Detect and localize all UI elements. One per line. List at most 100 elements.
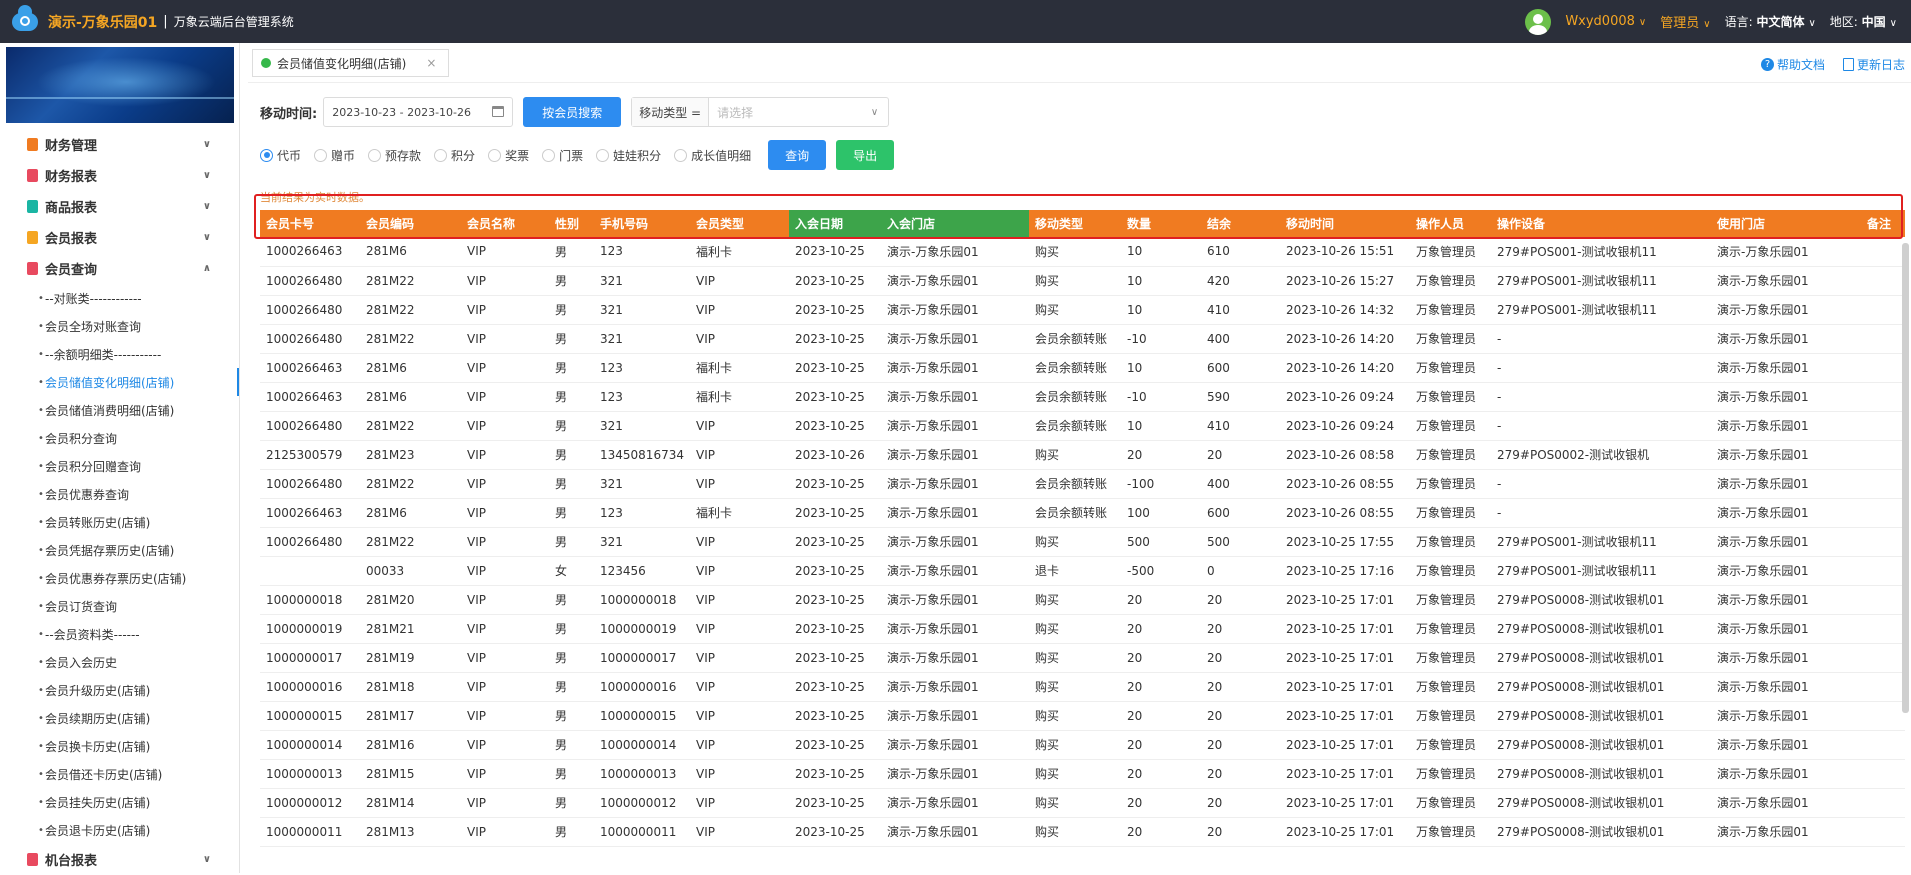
radio-option[interactable]: 娃娃积分: [596, 147, 661, 164]
app-name[interactable]: 演示-万象乐园01: [48, 12, 157, 32]
table-cell: 男: [549, 498, 594, 528]
table-cell: 281M22: [360, 295, 461, 325]
update-log-link[interactable]: 更新日志: [1842, 56, 1905, 73]
table-row[interactable]: 1000266480 281M22 VIP 男 321 VIP 2023-10-25 演示-万…: [260, 324, 1905, 354]
column-header[interactable]: 移动类型: [1029, 210, 1121, 237]
table-cell: 279#POS0008-测试收银机01: [1491, 788, 1711, 818]
sidebar-item[interactable]: 会员转账历史(店铺): [0, 508, 239, 536]
export-button[interactable]: 导出: [836, 140, 895, 170]
sidebar-item[interactable]: 会员升级历史(店铺): [0, 676, 239, 704]
table-row[interactable]: 1000266480 281M22 VIP 男 321 VIP 2023-10-25 演示-万…: [260, 266, 1905, 296]
sidebar-group-3[interactable]: 会员报表 ∨: [0, 222, 239, 253]
tab-member-stored-value-change[interactable]: 会员储值变化明细(店铺) ×: [252, 49, 450, 77]
sidebar-group-1[interactable]: 财务报表 ∨: [0, 160, 239, 191]
sidebar-item[interactable]: 会员退卡历史(店铺): [0, 816, 239, 844]
table-row[interactable]: 1000266480 281M22 VIP 男 321 VIP 2023-10-25 演示-万…: [260, 469, 1905, 499]
sidebar-item[interactable]: --会员资料类------: [0, 620, 239, 648]
column-header[interactable]: 会员名称: [461, 210, 549, 237]
table-row[interactable]: 1000266480 281M22 VIP 男 321 VIP 2023-10-25 演示-万…: [260, 527, 1905, 557]
role-dropdown[interactable]: 管理员 ∨: [1660, 12, 1710, 31]
table-cell: 281M21: [360, 614, 461, 644]
table-cell: 男: [549, 295, 594, 325]
vertical-scrollbar[interactable]: [1902, 243, 1909, 713]
sidebar-group-2[interactable]: 商品报表 ∨: [0, 191, 239, 222]
table-row[interactable]: 1000266480 281M22 VIP 男 321 VIP 2023-10-25 演示-万…: [260, 295, 1905, 325]
table-row[interactable]: 1000266480 281M22 VIP 男 321 VIP 2023-10-25 演示-万…: [260, 411, 1905, 441]
sidebar-item[interactable]: 会员挂失历史(店铺): [0, 788, 239, 816]
column-header[interactable]: 入会日期: [789, 210, 881, 237]
table-cell: 2023-10-26 08:55: [1280, 498, 1410, 528]
column-header[interactable]: 手机号码: [594, 210, 690, 237]
table-row[interactable]: 1000000019 281M21 VIP 男 1000000019 VIP 2023-10…: [260, 614, 1905, 644]
column-header[interactable]: 会员编码: [360, 210, 461, 237]
table-row[interactable]: 1000000013 281M15 VIP 男 1000000013 VIP 2023-10…: [260, 759, 1905, 789]
radio-option[interactable]: 代币: [260, 147, 301, 164]
sidebar-group-machine-report[interactable]: 机台报表 ∨: [0, 844, 239, 875]
table-cell: [1861, 759, 1905, 789]
close-icon[interactable]: ×: [426, 56, 436, 70]
query-button[interactable]: 查询: [768, 140, 827, 170]
table-row[interactable]: 1000000016 281M18 VIP 男 1000000016 VIP 2023-10…: [260, 672, 1905, 702]
radio-option[interactable]: 积分: [434, 147, 475, 164]
table-row[interactable]: 2125300579 281M23 VIP 男 13450816734 VIP 2023-1…: [260, 440, 1905, 470]
sidebar-item[interactable]: --余额明细类-----------: [0, 340, 239, 368]
table-row[interactable]: 1000266463 281M6 VIP 男 123 福利卡 2023-10-25 演示-万象…: [260, 237, 1905, 267]
radio-option[interactable]: 赠币: [314, 147, 355, 164]
table-cell: 万象管理员: [1410, 295, 1491, 325]
sidebar-item[interactable]: 会员入会历史: [0, 648, 239, 676]
language-selector[interactable]: 语言: 中文简体 ∨: [1725, 13, 1816, 30]
column-header[interactable]: 操作人员: [1410, 210, 1491, 237]
help-docs-link[interactable]: ? 帮助文档: [1760, 56, 1825, 73]
sidebar-item[interactable]: 会员借还卡历史(店铺): [0, 760, 239, 788]
sidebar-item[interactable]: 会员优惠券存票历史(店铺): [0, 564, 239, 592]
column-header[interactable]: 备注: [1861, 210, 1905, 237]
table-row[interactable]: 1000266463 281M6 VIP 男 123 福利卡 2023-10-25 演示-万象…: [260, 498, 1905, 528]
column-header[interactable]: 使用门店: [1711, 210, 1861, 237]
radio-option[interactable]: 门票: [542, 147, 583, 164]
column-header[interactable]: 数量: [1121, 210, 1201, 237]
table-row[interactable]: 00033 VIP 女 123456 VIP 2023-10-25 演示-万象乐园01 退卡 -…: [260, 556, 1905, 586]
column-header[interactable]: 入会门店: [881, 210, 1029, 237]
sidebar-item[interactable]: --对账类------------: [0, 284, 239, 312]
column-header[interactable]: 会员类型: [690, 210, 789, 237]
sidebar-item[interactable]: 会员订货查询: [0, 592, 239, 620]
search-by-member-button[interactable]: 按会员搜索: [523, 97, 622, 127]
radio-option[interactable]: 预存款: [368, 147, 421, 164]
table-cell: 279#POS0008-测试收银机01: [1491, 730, 1711, 760]
sidebar-item[interactable]: 会员积分回赠查询: [0, 452, 239, 480]
table-row[interactable]: 1000000012 281M14 VIP 男 1000000012 VIP 2023-10…: [260, 788, 1905, 818]
table-row[interactable]: 1000000014 281M16 VIP 男 1000000014 VIP 2023-10…: [260, 730, 1905, 760]
date-range-picker[interactable]: 2023-10-23 - 2023-10-26: [323, 97, 514, 127]
sidebar-group-4[interactable]: 会员查询 ∧: [0, 253, 239, 284]
sidebar-group-0[interactable]: 财务管理 ∨: [0, 129, 239, 160]
radio-option[interactable]: 奖票: [488, 147, 529, 164]
move-type-select[interactable]: 移动类型 = 请选择 ∨: [631, 97, 890, 127]
sidebar-item[interactable]: 会员凭据存票历史(店铺): [0, 536, 239, 564]
table-row[interactable]: 1000266463 281M6 VIP 男 123 福利卡 2023-10-25 演示-万象…: [260, 382, 1905, 412]
user-name-dropdown[interactable]: Wxyd0008 ∨: [1565, 14, 1646, 29]
table-row[interactable]: 1000000018 281M20 VIP 男 1000000018 VIP 2023-10…: [260, 585, 1905, 615]
radio-option[interactable]: 成长值明细: [674, 147, 751, 164]
table-row[interactable]: 1000000015 281M17 VIP 男 1000000015 VIP 2023-10…: [260, 701, 1905, 731]
column-header[interactable]: 结余: [1201, 210, 1280, 237]
table-cell: 演示-万象乐园01: [881, 382, 1029, 412]
sidebar-item[interactable]: 会员储值消费明细(店铺): [0, 396, 239, 424]
table-row[interactable]: 1000266463 281M6 VIP 男 123 福利卡 2023-10-25 演示-万象…: [260, 353, 1905, 383]
sidebar-item[interactable]: 会员续期历史(店铺): [0, 704, 239, 732]
sidebar-item[interactable]: 会员换卡历史(店铺): [0, 732, 239, 760]
table-cell: 1000266480: [260, 411, 360, 441]
sidebar-item[interactable]: 会员优惠券查询: [0, 480, 239, 508]
column-header[interactable]: 性别: [549, 210, 594, 237]
data-table: 会员卡号 会员编码 会员名称 性别 手机号码 会员类型 入会日期 入会门店 移动类型 数量 结余 移动…: [260, 210, 1905, 847]
column-header[interactable]: 移动时间: [1280, 210, 1410, 237]
table-row[interactable]: 1000000011 281M13 VIP 男 1000000011 VIP 2023-10…: [260, 817, 1905, 847]
sidebar-item[interactable]: 会员全场对账查询: [0, 312, 239, 340]
radio-icon: [542, 148, 556, 162]
sidebar-item[interactable]: 会员积分查询: [0, 424, 239, 452]
column-header[interactable]: 会员卡号: [260, 210, 360, 237]
region-selector[interactable]: 地区: 中国 ∨: [1830, 13, 1897, 30]
sidebar-item[interactable]: 会员储值变化明细(店铺): [0, 368, 239, 396]
user-avatar-icon[interactable]: [1525, 8, 1552, 35]
column-header[interactable]: 操作设备: [1491, 210, 1711, 237]
table-row[interactable]: 1000000017 281M19 VIP 男 1000000017 VIP 2023-10…: [260, 643, 1905, 673]
